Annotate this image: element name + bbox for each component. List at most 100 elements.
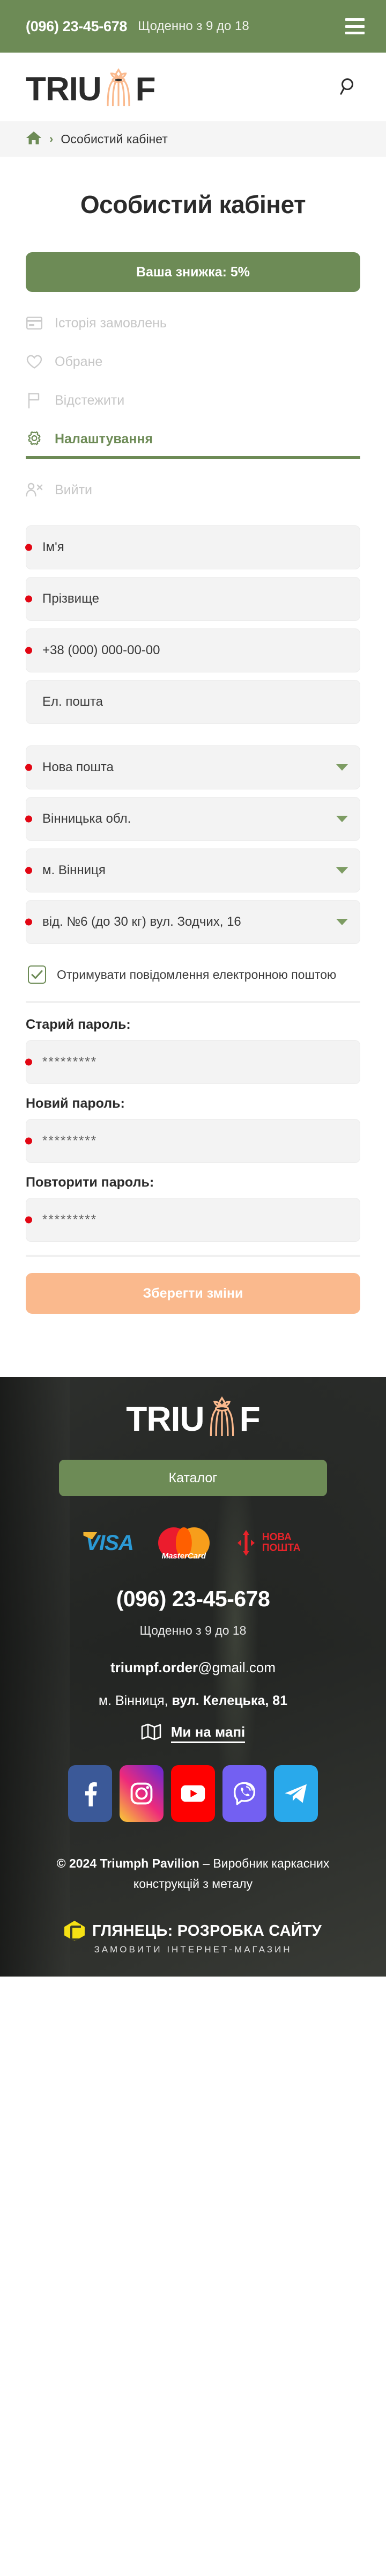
city-select[interactable]: м. Вінниця: [26, 848, 360, 892]
nova-poshta-arrows-icon: [234, 1529, 258, 1557]
site-footer: TRIU F Каталог VISA MasterCard НОВА ПОШТ…: [0, 1377, 386, 1977]
viber-icon[interactable]: [222, 1765, 266, 1822]
heart-icon: [26, 353, 43, 370]
visa-logo: VISA: [85, 1531, 133, 1555]
new-password-label: Новий пароль:: [26, 1096, 125, 1111]
search-icon[interactable]: [337, 75, 361, 99]
phone-value: +38 (000) 000-00-00: [42, 643, 160, 657]
account-menu-item-label: Історія замовлень: [55, 315, 167, 331]
home-icon[interactable]: [26, 130, 42, 148]
last-name-field-wrap: Прізвище: [25, 577, 360, 621]
user-logout-icon: [26, 481, 43, 499]
settings-form: Ім'я Прізвище +38 (000) 000-00-00 Ел. по…: [25, 525, 360, 1314]
region-field-wrap: Вінницька обл.: [25, 797, 360, 841]
email-field-wrap: Ел. пошта: [26, 680, 360, 724]
first-name-input[interactable]: Ім'я: [26, 525, 360, 569]
discount-banner[interactable]: Ваша знижка: 5%: [26, 252, 360, 292]
footer-email-link[interactable]: triumpf.order@gmail.com: [26, 1659, 360, 1676]
glyanets-logo-icon: [64, 1921, 85, 1941]
chevron-down-icon: [336, 764, 348, 771]
new-password-value: *********: [42, 1133, 98, 1148]
developer-title: ГЛЯНЕЦЬ: РОЗРОБКА САЙТУ: [92, 1922, 322, 1940]
burger-line: [345, 32, 365, 34]
save-changes-button[interactable]: Зберегти зміни: [26, 1273, 360, 1314]
form-divider-bottom: [26, 1255, 360, 1257]
chevron-down-icon: [336, 867, 348, 874]
old-password-input[interactable]: *********: [26, 1040, 360, 1084]
delivery-service-select[interactable]: Нова пошта: [26, 745, 360, 789]
region-select[interactable]: Вінницька обл.: [26, 797, 360, 841]
last-name-input[interactable]: Прізвище: [26, 577, 360, 621]
account-menu-item-logout[interactable]: Вийти: [26, 471, 360, 509]
account-menu-item-label: Обране: [55, 354, 103, 369]
developer-main-line: ГЛЯНЕЦЬ: РОЗРОБКА САЙТУ: [64, 1921, 322, 1941]
credit-card-icon: [26, 314, 43, 332]
logo-text-pre: TRIU: [26, 71, 102, 108]
payment-methods-row: VISA MasterCard НОВА ПОШТА: [26, 1527, 360, 1561]
required-dot-icon: [25, 867, 32, 874]
first-name-field-wrap: Ім'я: [25, 525, 360, 569]
required-dot-icon: [25, 595, 32, 603]
required-dot-icon: [25, 815, 32, 823]
footer-logo-text-pre: TRIU: [126, 1400, 204, 1438]
phone-input[interactable]: +38 (000) 000-00-00: [26, 628, 360, 672]
mastercard-circles-icon: MasterCard: [158, 1527, 210, 1561]
site-header: TRIU F: [0, 53, 386, 121]
site-logo[interactable]: TRIU F: [26, 68, 156, 108]
youtube-icon[interactable]: [171, 1765, 215, 1822]
footer-phone-link[interactable]: (096) 23-45-678: [26, 1586, 360, 1612]
map-icon: [141, 1723, 161, 1744]
form-divider: [26, 1001, 360, 1003]
instagram-icon[interactable]: [120, 1765, 164, 1822]
delivery-service-value: Нова пошта: [42, 760, 114, 774]
first-name-value: Ім'я: [42, 540, 64, 554]
page-title: Особистий кабінет: [80, 191, 306, 218]
developer-credit[interactable]: ГЛЯНЕЦЬ: РОЗРОБКА САЙТУ ЗАМОВИТИ ІНТЕРНЕ…: [26, 1921, 360, 1955]
footer-logo-text-post: F: [239, 1400, 261, 1438]
np-line-2: ПОШТА: [262, 1542, 301, 1554]
footer-address: м. Вінниця, вул. Келецька, 81: [26, 1693, 360, 1709]
account-menu-item-favorites[interactable]: Обране: [26, 342, 360, 381]
required-dot-icon: [25, 647, 32, 654]
top-bar: (096) 23-45-678 Щоденно з 9 до 18: [0, 0, 386, 53]
old-password-label: Старий пароль:: [26, 1017, 131, 1032]
topbar-phone-link[interactable]: (096) 23-45-678: [26, 18, 127, 35]
new-password-input[interactable]: *********: [26, 1119, 360, 1163]
hamburger-menu-icon[interactable]: [345, 18, 365, 34]
map-link[interactable]: Ми на мапі: [26, 1723, 360, 1744]
nova-poshta-label: НОВА ПОШТА: [262, 1532, 301, 1554]
pavilion-crown-icon: [102, 68, 135, 106]
account-menu-item-settings[interactable]: Налаштування: [26, 420, 360, 458]
account-menu-item-order-history[interactable]: Історія замовлень: [26, 304, 360, 342]
account-menu-item-label: Вийти: [55, 482, 93, 497]
newsletter-checkbox-row[interactable]: Отримувати повідомлення електронною пошт…: [26, 952, 360, 993]
chevron-down-icon: [336, 919, 348, 925]
branch-value: від. №6 (до 30 кг) вул. Зодчих, 16: [42, 914, 241, 929]
breadcrumb-separator-icon: ›: [49, 132, 54, 145]
gear-icon: [26, 430, 43, 448]
branch-select[interactable]: від. №6 (до 30 кг) вул. Зодчих, 16: [26, 900, 360, 944]
map-link-label: Ми на мапі: [170, 1724, 246, 1743]
burger-line: [345, 25, 365, 28]
required-dot-icon: [25, 918, 32, 926]
telegram-icon[interactable]: [274, 1765, 318, 1822]
form-section-gap: [26, 731, 360, 745]
new-password-field-wrap: *********: [25, 1119, 360, 1163]
mastercard-label: MasterCard: [161, 1552, 206, 1561]
account-menu-item-track[interactable]: Відстежити: [26, 381, 360, 420]
breadcrumb: › Особистий кабінет: [0, 121, 386, 157]
repeat-password-label: Повторити пароль:: [26, 1175, 154, 1190]
email-input[interactable]: Ел. пошта: [26, 680, 360, 724]
facebook-icon[interactable]: [68, 1765, 112, 1822]
social-links-row: [26, 1765, 360, 1822]
account-menu: Історія замовлень Обране Відстежити Нала…: [26, 304, 360, 509]
logo-text-post: F: [135, 71, 156, 108]
newsletter-checkbox[interactable]: [28, 965, 46, 984]
main-content: Особистий кабінет Ваша знижка: 5% Історі…: [0, 157, 386, 1377]
branch-field-wrap: від. №6 (до 30 кг) вул. Зодчих, 16: [25, 900, 360, 944]
repeat-password-input[interactable]: *********: [26, 1198, 360, 1242]
footer-logo[interactable]: TRIU F: [26, 1377, 360, 1436]
region-value: Вінницька обл.: [42, 811, 131, 826]
catalog-button[interactable]: Каталог: [59, 1460, 327, 1496]
delivery-service-field-wrap: Нова пошта: [25, 745, 360, 789]
